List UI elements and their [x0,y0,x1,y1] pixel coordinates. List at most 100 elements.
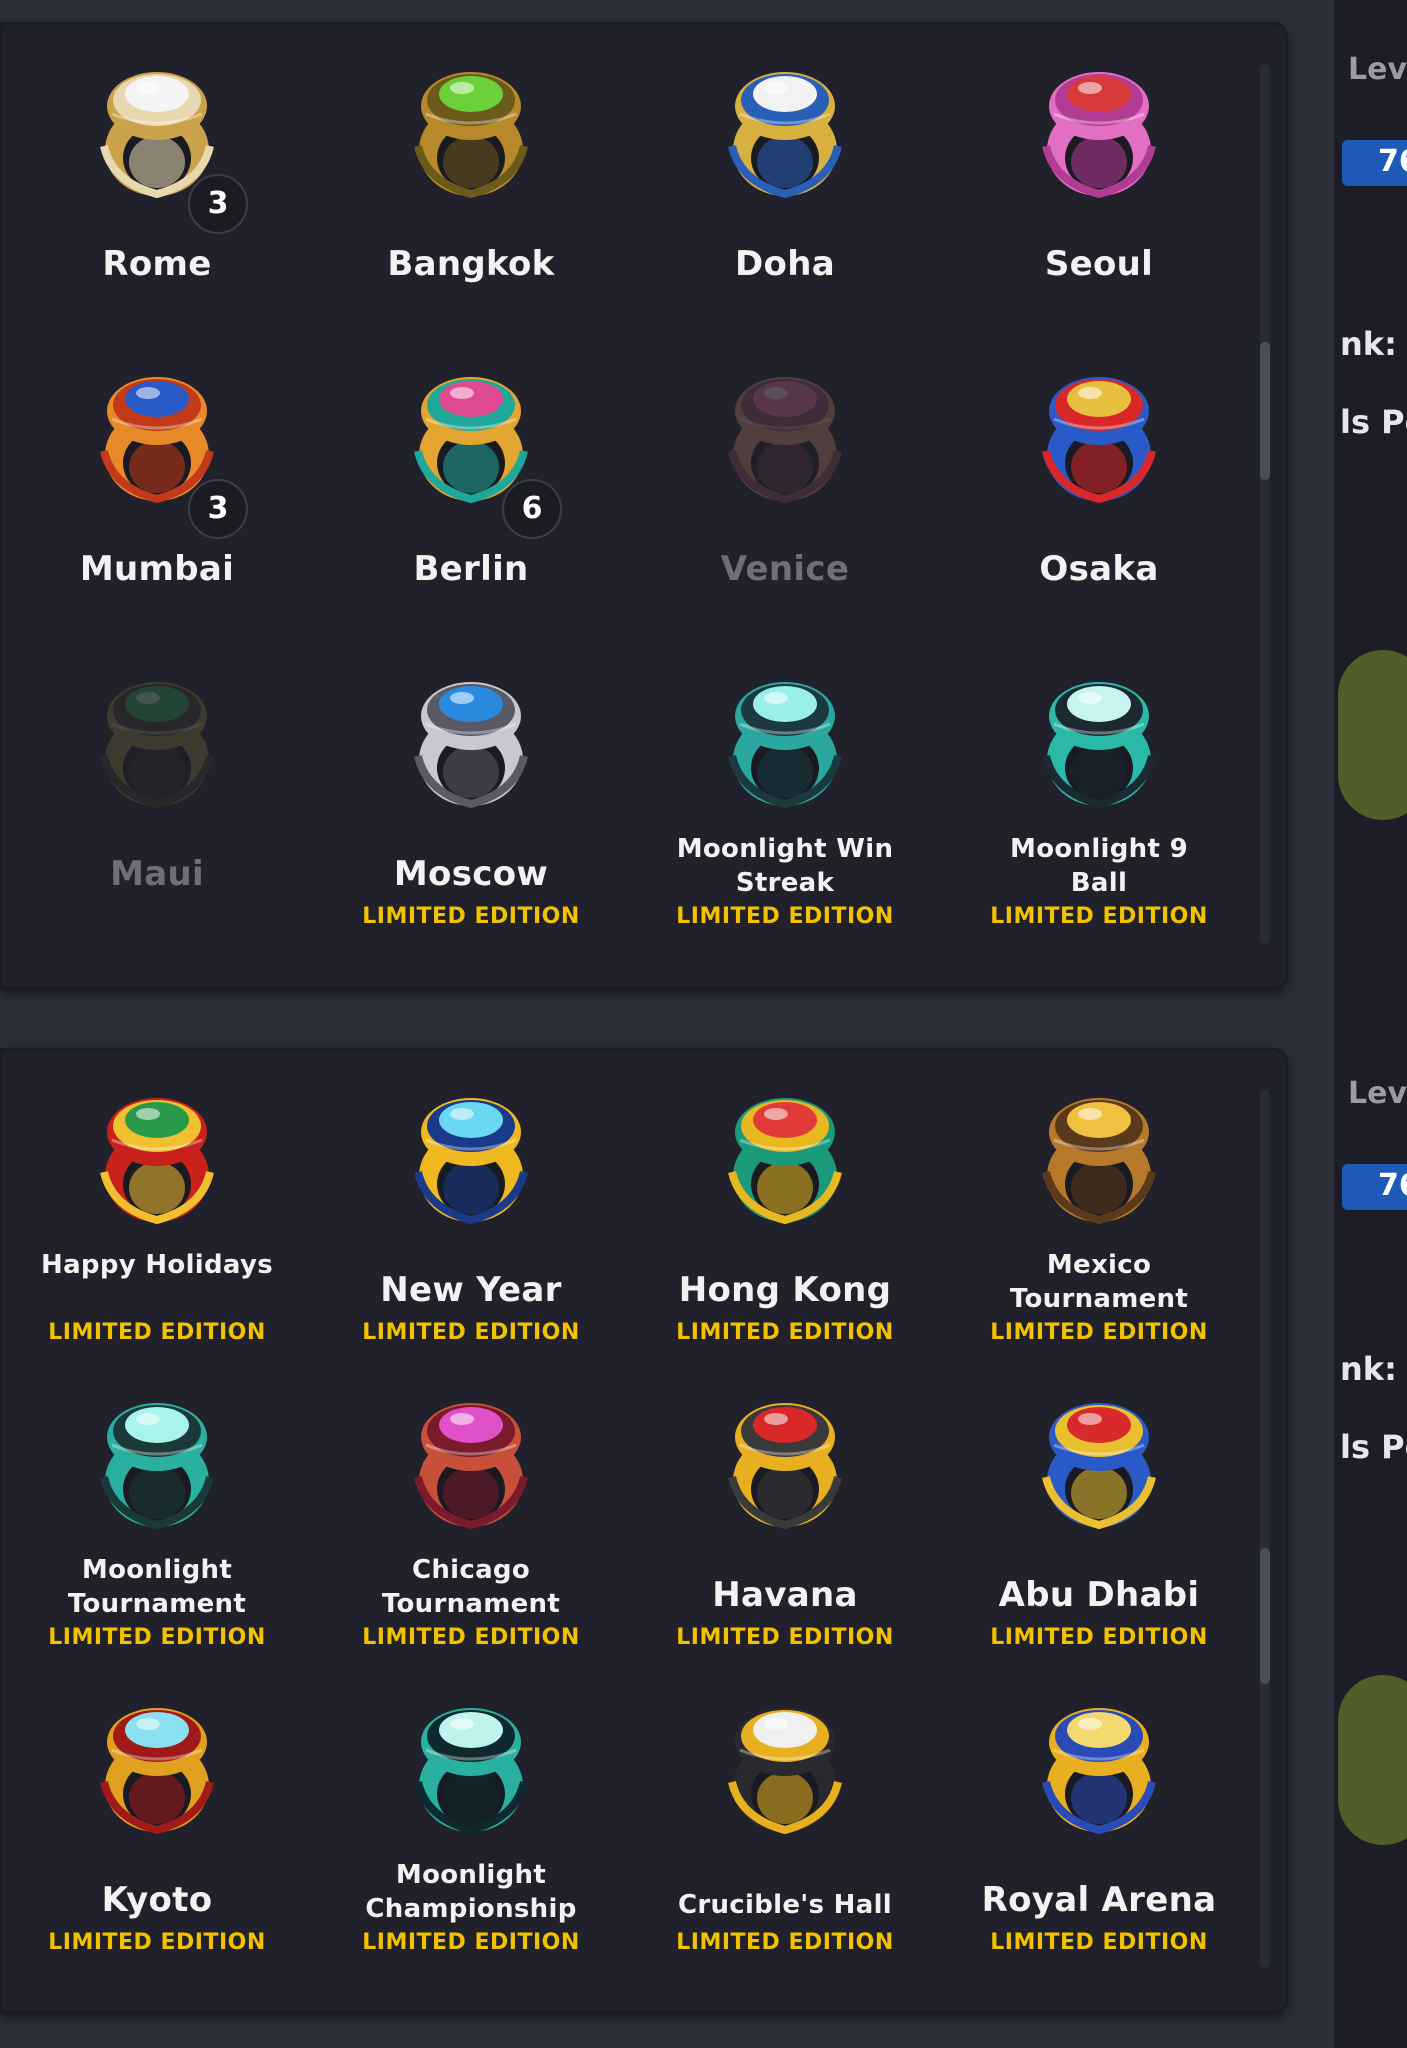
limited-edition-label: LIMITED EDITION [362,1320,580,1345]
new-year-ring-icon [396,1080,546,1230]
ring-name: Maui [110,854,204,894]
stats-line-peek: ls Po [1340,1428,1407,1466]
ring-item-doha[interactable]: Doha [628,22,942,327]
ring-name: Crucible's Hall [677,1890,892,1920]
stats-line-peek: ls Po [1340,403,1407,441]
limited-edition-label: LIMITED EDITION [990,904,1208,929]
moonlight-championship-ring-icon [396,1690,546,1840]
panel-gap [1288,0,1334,2048]
ring-name: Moonlight Win Streak [676,834,894,898]
limited-edition-label: LIMITED EDITION [676,1930,894,1955]
doha-ring-icon [710,54,860,204]
ring-name: Abu Dhabi [998,1575,1200,1615]
ring-name: Osaka [1039,549,1159,589]
hong-kong-ring-icon [710,1080,860,1230]
ring-name: Doha [735,244,835,284]
ring-item-new-year[interactable]: New Year LIMITED EDITION [314,1048,628,1353]
ring-item-rome[interactable]: 3 Rome [0,22,314,327]
abu-dhabi-ring-icon [1024,1385,1174,1535]
limited-edition-label: LIMITED EDITION [676,904,894,929]
ring-name: Bangkok [387,244,555,284]
ring-item-moonlight-tournament[interactable]: Moonlight Tournament LIMITED EDITION [0,1353,314,1658]
moonlight-9-ball-ring-icon [1024,664,1174,814]
ring-item-osaka[interactable]: Osaka [942,327,1256,632]
ring-item-chicago-tournament[interactable]: Chicago Tournament LIMITED EDITION [314,1353,628,1658]
ring-peek-image [1338,1675,1407,1845]
ring-name: Hong Kong [678,1270,892,1310]
ring-name: Mexico Tournament [1009,1250,1189,1314]
limited-edition-label: LIMITED EDITION [676,1625,894,1650]
scrollbar-track[interactable] [1260,64,1270,944]
ring-item-happy-holidays[interactable]: Happy Holidays LIMITED EDITION [0,1048,314,1353]
ring-name: Moscow [393,854,549,894]
mexico-tournament-ring-icon [1024,1080,1174,1230]
ring-item-seoul[interactable]: Seoul [942,22,1256,327]
ring-name: Royal Arena [981,1880,1217,1920]
moonlight-tournament-ring-icon [82,1385,232,1535]
scrollbar-thumb[interactable] [1260,342,1270,480]
ring-name: Moonlight Championship [365,1860,577,1924]
ring-item-moscow[interactable]: Moscow LIMITED EDITION [314,632,628,937]
ring-item-mexico-tournament[interactable]: Mexico Tournament LIMITED EDITION [942,1048,1256,1353]
ring-grid: Happy Holidays LIMITED EDITION New Year LI… [0,1048,1256,2014]
ring-peek-image [1338,650,1407,820]
ring-grid: 3 Rome Bangkok Doha Seoul 3 Mumbai 6 Ber… [0,22,1256,990]
venice-ring-icon [710,359,860,509]
level-label-peek: Leve [1348,1076,1407,1111]
scrollbar-thumb[interactable] [1260,1548,1270,1684]
ring-item-moonlight-win-streak[interactable]: Moonlight Win Streak LIMITED EDITION [628,632,942,937]
ring-item-hong-kong[interactable]: Hong Kong LIMITED EDITION [628,1048,942,1353]
limited-edition-label: LIMITED EDITION [362,904,580,929]
ring-name: Rome [102,244,212,284]
limited-edition-label: LIMITED EDITION [676,1320,894,1345]
royal-arena-ring-icon [1024,1690,1174,1840]
crucible-s-hall-ring-icon [710,1690,860,1840]
level-progress-peek: 76 [1342,140,1407,186]
limited-edition-label: LIMITED EDITION [48,1320,266,1345]
level-progress-peek: 76 [1342,1164,1407,1210]
limited-edition-label: LIMITED EDITION [48,1625,266,1650]
limited-edition-label: LIMITED EDITION [362,1625,580,1650]
ring-item-mumbai[interactable]: 3 Mumbai [0,327,314,632]
ring-count-badge: 3 [188,174,248,234]
maui-ring-icon [82,664,232,814]
scrollbar-track[interactable] [1260,1090,1270,1968]
rank-peek: nk: I [1340,325,1397,363]
ring-name: Happy Holidays [41,1250,273,1280]
limited-edition-label: LIMITED EDITION [990,1625,1208,1650]
chicago-tournament-ring-icon [396,1385,546,1535]
limited-edition-label: LIMITED EDITION [990,1320,1208,1345]
ring-item-maui[interactable]: Maui [0,632,314,937]
ring-item-berlin[interactable]: 6 Berlin [314,327,628,632]
ring-item-crucible-s-hall[interactable]: Crucible's Hall LIMITED EDITION [628,1658,942,1963]
ring-item-moonlight-championship[interactable]: Moonlight Championship LIMITED EDITION [314,1658,628,1963]
limited-edition-label: LIMITED EDITION [362,1930,580,1955]
level-label-peek: Leve [1348,52,1407,87]
ring-collection-panel[interactable]: 3 Rome Bangkok Doha Seoul 3 Mumbai 6 Ber… [0,22,1288,990]
ring-item-moonlight-9-ball[interactable]: Moonlight 9 Ball LIMITED EDITION [942,632,1256,937]
ring-name: New Year [380,1270,562,1310]
seoul-ring-icon [1024,54,1174,204]
bangkok-ring-icon [396,54,546,204]
osaka-ring-icon [1024,359,1174,509]
ring-collection-panel[interactable]: Happy Holidays LIMITED EDITION New Year LI… [0,1048,1288,2014]
moscow-ring-icon [396,664,546,814]
ring-item-kyoto[interactable]: Kyoto LIMITED EDITION [0,1658,314,1963]
ring-count-badge: 6 [502,479,562,539]
ring-item-venice[interactable]: Venice [628,327,942,632]
ring-item-havana[interactable]: Havana LIMITED EDITION [628,1353,942,1658]
ring-item-royal-arena[interactable]: Royal Arena LIMITED EDITION [942,1658,1256,1963]
ring-name: Moonlight 9 Ball [1010,834,1188,898]
ring-item-bangkok[interactable]: Bangkok [314,22,628,327]
ring-name: Venice [720,549,850,589]
rank-peek: nk: I [1340,1350,1397,1388]
ring-name: Havana [712,1575,858,1615]
ring-name: Chicago Tournament [381,1555,561,1619]
ring-name: Berlin [413,549,529,589]
havana-ring-icon [710,1385,860,1535]
moonlight-win-streak-ring-icon [710,664,860,814]
kyoto-ring-icon [82,1690,232,1840]
limited-edition-label: LIMITED EDITION [990,1930,1208,1955]
ring-name: Seoul [1044,244,1154,284]
ring-item-abu-dhabi[interactable]: Abu Dhabi LIMITED EDITION [942,1353,1256,1658]
